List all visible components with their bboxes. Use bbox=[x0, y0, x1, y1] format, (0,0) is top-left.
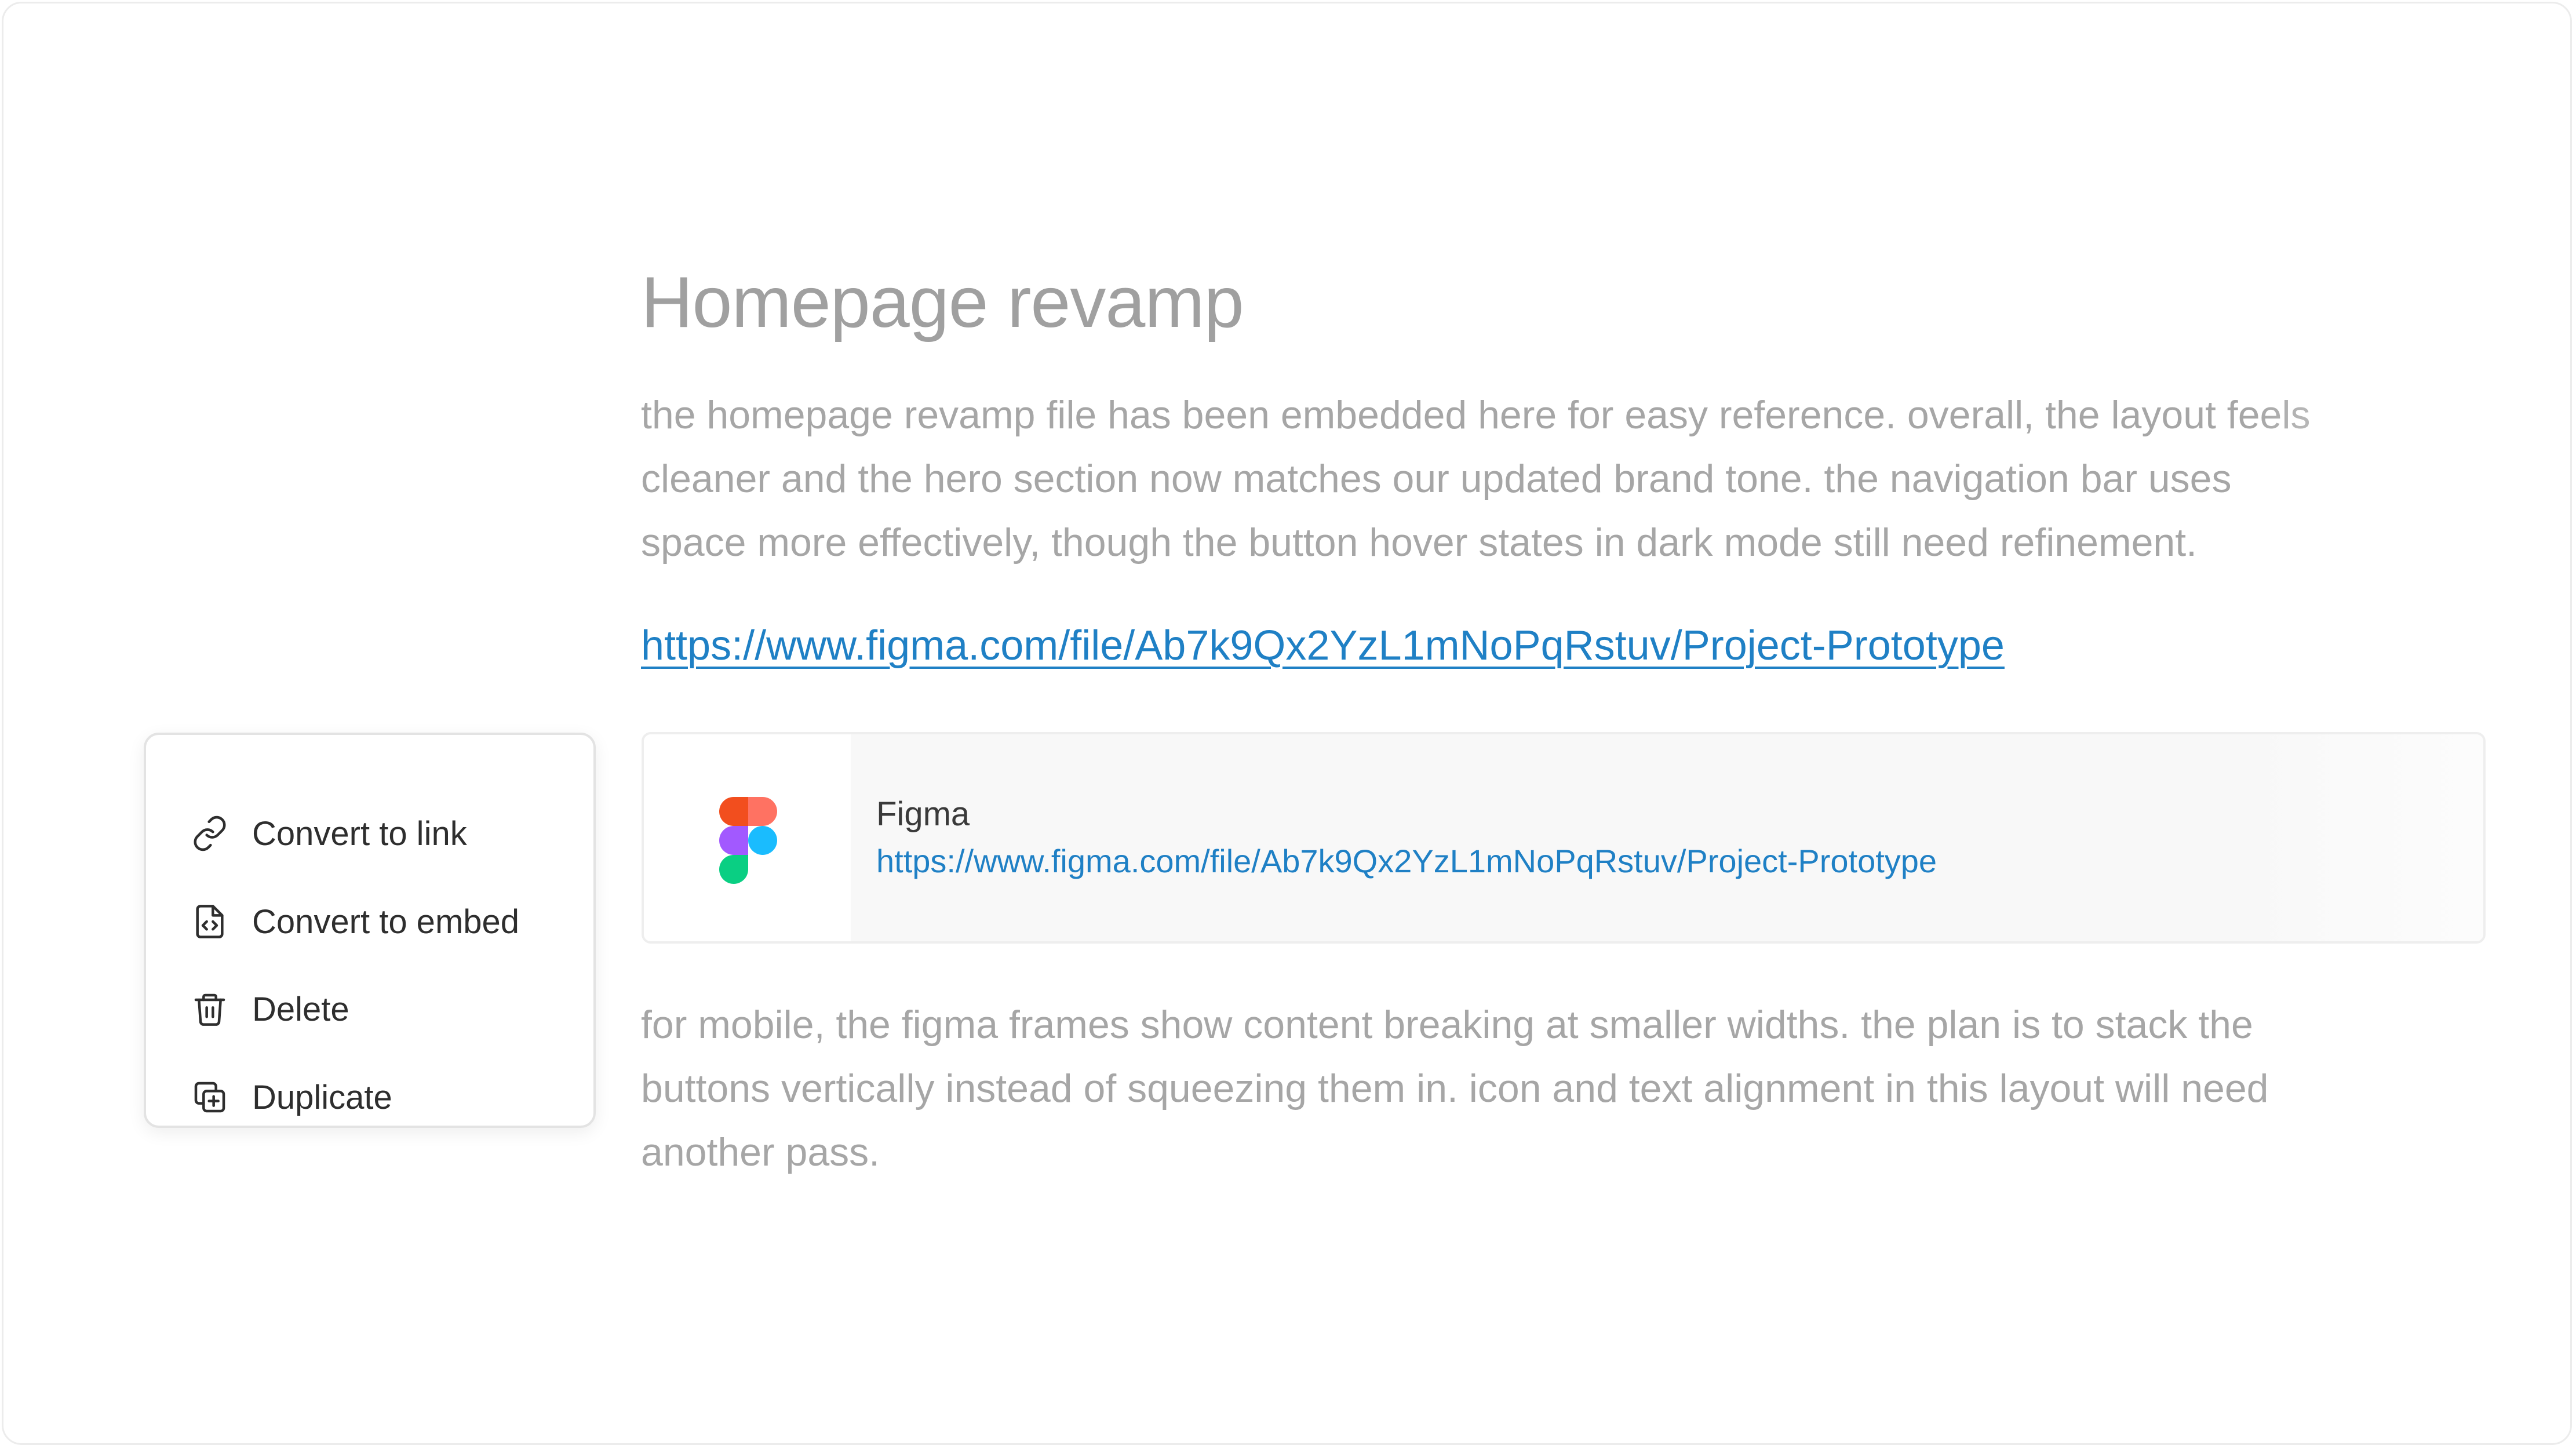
menu-item-convert-to-link[interactable]: Convert to link bbox=[146, 799, 593, 868]
figma-embed-card[interactable] bbox=[642, 732, 2486, 944]
embed-url-link[interactable]: https://www.figma.com/file/Ab7k9Qx2YzL1m… bbox=[876, 842, 1937, 880]
editor-frame: Homepage revamp the homepage revamp file… bbox=[2, 2, 2572, 1445]
menu-item-delete[interactable]: Delete bbox=[146, 974, 593, 1044]
link-icon bbox=[194, 815, 226, 851]
embed-file-icon bbox=[196, 905, 224, 938]
paragraph-mobile[interactable]: for mobile, the figma frames show conten… bbox=[641, 993, 2495, 1184]
paragraph-line: space more effectively, though the butto… bbox=[641, 520, 2198, 565]
menu-item-label: Delete bbox=[252, 990, 349, 1028]
embed-body bbox=[851, 734, 2483, 941]
paragraph-line: another pass. bbox=[641, 1130, 880, 1174]
menu-item-duplicate[interactable]: Duplicate bbox=[146, 1062, 593, 1132]
menu-item-label: Convert to link bbox=[252, 814, 467, 853]
page-title: Homepage revamp bbox=[641, 263, 1244, 343]
paragraph-line: buttons vertically instead of squeezing … bbox=[641, 1066, 2269, 1111]
menu-item-label: Convert to embed bbox=[252, 902, 520, 941]
menu-item-convert-to-embed[interactable]: Convert to embed bbox=[146, 887, 593, 956]
embed-icon-area bbox=[644, 734, 851, 941]
paragraph-line: cleaner and the hero section now matches… bbox=[641, 457, 2232, 501]
paragraph-line: for mobile, the figma frames show conten… bbox=[641, 1003, 2253, 1047]
embed-title: Figma bbox=[876, 795, 970, 833]
block-context-menu: Convert to link Convert to embed Delete bbox=[144, 733, 596, 1128]
menu-item-label: Duplicate bbox=[252, 1078, 392, 1116]
paragraph-intro[interactable]: the homepage revamp file has been embedd… bbox=[641, 383, 2495, 574]
figma-logo-icon bbox=[719, 797, 777, 884]
figma-link[interactable]: https://www.figma.com/file/Ab7k9Qx2YzL1m… bbox=[641, 622, 2005, 669]
paragraph-line: the homepage revamp file has been embedd… bbox=[641, 393, 2311, 437]
trash-icon bbox=[194, 993, 225, 1026]
duplicate-icon bbox=[194, 1082, 225, 1113]
